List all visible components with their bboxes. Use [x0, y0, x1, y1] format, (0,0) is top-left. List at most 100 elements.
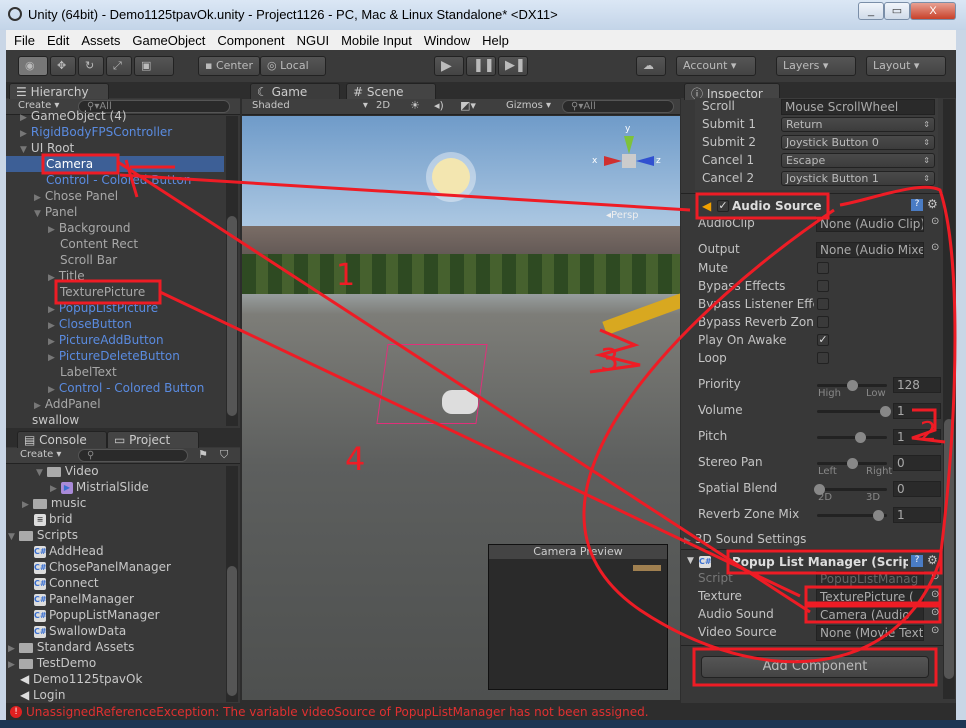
checkbox[interactable]	[817, 298, 829, 310]
menu-gameobject[interactable]: GameObject	[126, 33, 211, 48]
collapsed-arrow-icon[interactable]: ▶	[48, 385, 55, 395]
project-item[interactable]: C# SwallowData	[8, 623, 224, 639]
collapsed-arrow-icon[interactable]: ▶	[48, 353, 55, 363]
checkbox[interactable]	[817, 316, 829, 328]
project-create-button[interactable]: Create ▾	[20, 449, 61, 460]
checkbox[interactable]	[817, 262, 829, 274]
hierarchy-item[interactable]: ▼ UI Root	[6, 140, 224, 156]
project-item[interactable]: C# Connect	[8, 575, 224, 591]
menu-window[interactable]: Window	[418, 33, 476, 48]
layers-dropdown[interactable]: Layers ▾	[776, 56, 856, 76]
slider-handle[interactable]	[847, 380, 858, 391]
collapsed-arrow-icon[interactable]: ▶	[48, 321, 55, 331]
lighting-toggle-icon[interactable]: ☀	[410, 99, 420, 112]
cloud-icon[interactable]: ☁	[636, 56, 666, 76]
menu-file[interactable]: File	[8, 33, 41, 48]
slider-value-field[interactable]: 1	[893, 429, 941, 445]
input-row-dropdown[interactable]: Return ⇕	[781, 117, 935, 132]
menu-assets[interactable]: Assets	[75, 33, 126, 48]
hierarchy-item[interactable]: ▼ Panel	[6, 204, 224, 220]
slider-handle[interactable]	[847, 458, 858, 469]
expanded-arrow-icon[interactable]: ▼	[36, 468, 43, 478]
effects-toggle-icon[interactable]: ◩▾	[460, 99, 476, 112]
tab-console[interactable]: ▤ Console	[17, 431, 107, 448]
help-icon[interactable]: ?	[911, 199, 923, 211]
slider-track[interactable]	[817, 510, 887, 521]
hierarchy-item[interactable]: Camera	[6, 156, 224, 172]
hierarchy-item[interactable]: Content Rect	[6, 236, 224, 252]
collapsed-arrow-icon[interactable]: ▶	[34, 193, 41, 203]
script-field-value[interactable]: Camera (Audio	[816, 607, 924, 623]
slider-track[interactable]	[814, 484, 887, 495]
script-field-value[interactable]: PopupListManag	[816, 571, 924, 587]
hierarchy-item[interactable]: Scroll Bar	[6, 252, 224, 268]
shading-mode-dropdown[interactable]: Shaded ▾	[252, 100, 368, 111]
close-button[interactable]: X	[910, 2, 956, 20]
slider-handle[interactable]	[880, 406, 891, 417]
slider-value-field[interactable]: 1	[893, 403, 941, 419]
hierarchy-item[interactable]: ▶ Title	[6, 268, 224, 284]
tab-scene[interactable]: # Scene	[346, 83, 436, 100]
slider-value-field[interactable]: 1	[893, 507, 941, 523]
collapsed-arrow-icon[interactable]: ▶	[8, 660, 15, 670]
hierarchy-item[interactable]: ▶ Chose Panel	[6, 188, 224, 204]
collapsed-arrow-icon[interactable]: ▶	[22, 500, 29, 510]
checkbox[interactable]: ✓	[817, 334, 829, 346]
rotate-tool-icon[interactable]: ↻	[78, 56, 104, 76]
add-component-button[interactable]: Add Component	[701, 656, 929, 678]
gear-icon[interactable]: ⚙	[927, 197, 938, 211]
tab-project[interactable]: ▭ Project	[107, 431, 199, 448]
filter-type-icon[interactable]: ⚑	[198, 448, 208, 461]
hierarchy-item[interactable]: ▶ AddPanel	[6, 396, 224, 412]
menu-ngui[interactable]: NGUI	[291, 33, 336, 48]
pivot-local-button[interactable]: ◎ Local	[260, 56, 326, 76]
project-item[interactable]: ≡ brid	[8, 511, 224, 527]
pivot-center-button[interactable]: ▪ Center	[198, 56, 260, 76]
projection-label[interactable]: ◂Persp	[606, 210, 639, 221]
collapsed-arrow-icon[interactable]: ▶	[48, 225, 55, 235]
project-item[interactable]: ▶ music	[8, 495, 224, 511]
collapsed-arrow-icon[interactable]: ▶	[20, 113, 27, 123]
project-scrollbar[interactable]	[226, 466, 238, 702]
slider-handle[interactable]	[854, 432, 866, 443]
pause-button[interactable]: ❚❚	[466, 56, 496, 76]
menu-edit[interactable]: Edit	[41, 33, 75, 48]
expanded-arrow-icon[interactable]: ▼	[20, 145, 27, 155]
hierarchy-item[interactable]: ▶ CloseButton	[6, 316, 224, 332]
checkbox[interactable]	[817, 280, 829, 292]
slider-value-field[interactable]: 0	[893, 481, 941, 497]
menu-help[interactable]: Help	[476, 33, 515, 48]
object-picker-icon[interactable]: ⊙	[931, 242, 939, 253]
slider-value-field[interactable]: 0	[893, 455, 941, 471]
hierarchy-scrollbar[interactable]	[226, 116, 238, 426]
account-dropdown[interactable]: Account ▾	[676, 56, 756, 76]
project-item[interactable]: C# PanelManager	[8, 591, 224, 607]
collapsed-arrow-icon[interactable]: ▶	[8, 644, 15, 654]
hierarchy-item[interactable]: LabelText	[6, 364, 224, 380]
project-item[interactable]: ▶ TestDemo	[8, 655, 224, 671]
slider-track[interactable]	[817, 406, 891, 417]
move-tool-icon[interactable]: ✥	[50, 56, 76, 76]
expanded-arrow-icon[interactable]: ▼	[34, 209, 41, 219]
project-item[interactable]: ▶ ▶ MistrialSlide	[8, 479, 224, 495]
status-message[interactable]: UnassignedReferenceException: The variab…	[26, 705, 649, 719]
menu-mobile-input[interactable]: Mobile Input	[335, 33, 418, 48]
inspector-scrollbar[interactable]	[943, 99, 955, 699]
object-picker-icon[interactable]: ⊙	[931, 589, 939, 600]
hierarchy-item[interactable]: Control - Colored Button	[6, 172, 224, 188]
menu-component[interactable]: Component	[211, 33, 290, 48]
gear-icon[interactable]: ⚙	[927, 553, 938, 567]
checkbox[interactable]	[817, 352, 829, 364]
scene-viewport[interactable]: y x z ◂Persp Camera Preview	[242, 116, 680, 700]
collapsed-arrow-icon[interactable]: ▶	[48, 337, 55, 347]
audio-source-enabled-checkbox[interactable]: ✓	[717, 200, 729, 212]
rect-tool-icon[interactable]: ▣	[134, 56, 174, 76]
slider-track[interactable]	[817, 458, 887, 469]
object-picker-icon[interactable]: ⊙	[931, 607, 939, 618]
3d-sound-settings-foldout[interactable]: ▶ 3D Sound Settings	[684, 532, 806, 546]
project-item[interactable]: ◀ Login	[8, 687, 224, 703]
project-search-input[interactable]: ⚲	[78, 449, 188, 462]
scene-orientation-gizmo[interactable]: y x z	[592, 124, 661, 186]
output-field[interactable]: None (Audio Mixer	[816, 242, 924, 258]
slider-track[interactable]	[817, 432, 887, 443]
